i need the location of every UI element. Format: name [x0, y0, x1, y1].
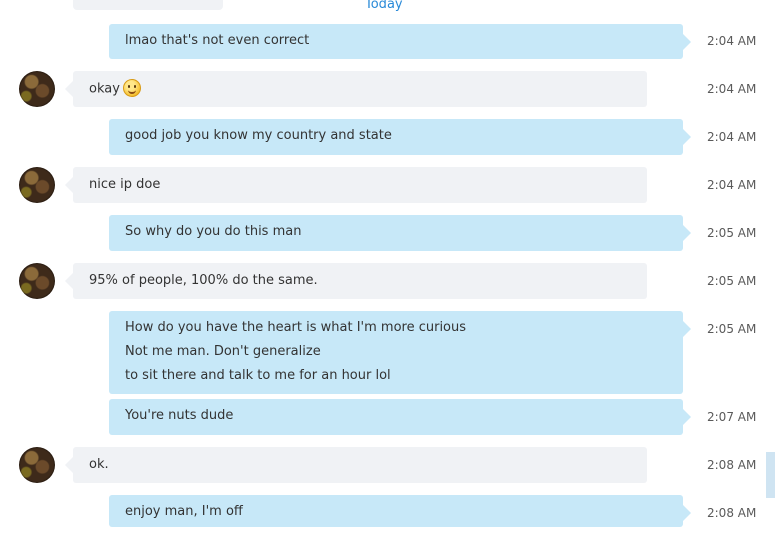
outgoing-message[interactable]: You're nuts dude [109, 399, 691, 435]
contact-avatar[interactable] [19, 71, 55, 107]
incoming-message[interactable]: okay [65, 71, 647, 107]
incoming-message[interactable]: 95% of people, 100% do the same. [65, 263, 647, 299]
incoming-message[interactable]: ok. [65, 447, 647, 483]
message-timestamp: 2:04 AM [707, 82, 757, 96]
message-line: okay [89, 79, 647, 104]
outgoing-message[interactable]: How do you have the heart is what I'm mo… [109, 311, 691, 394]
message-timestamp: 2:04 AM [707, 34, 757, 48]
previous-message-bubble [73, 0, 223, 10]
contact-avatar[interactable] [19, 167, 55, 203]
outgoing-message[interactable]: So why do you do this man [109, 215, 691, 251]
day-divider-label: Today [365, 0, 403, 12]
message-text: enjoy man, I'm off [125, 504, 243, 519]
message-timestamp: 2:04 AM [707, 130, 757, 144]
message-text: 95% of people, 100% do the same. [89, 273, 318, 288]
message-text: ok. [89, 457, 109, 472]
outgoing-message[interactable]: good job you know my country and state [109, 119, 691, 155]
message-text: You're nuts dude [125, 408, 234, 423]
message-text: So why do you do this man [125, 224, 302, 239]
message-timestamp: 2:08 AM [707, 506, 757, 520]
message-timestamp: 2:07 AM [707, 410, 757, 424]
message-timestamp: 2:04 AM [707, 178, 757, 192]
message-text: good job you know my country and state [125, 128, 392, 143]
contact-avatar[interactable] [19, 263, 55, 299]
message-timestamp: 2:05 AM [707, 226, 757, 240]
scrollbar-thumb[interactable] [766, 452, 775, 498]
message-timestamp: 2:05 AM [707, 274, 757, 288]
message-timestamp: 2:05 AM [707, 322, 757, 336]
message-line: to sit there and talk to me for an hour … [125, 368, 391, 383]
message-text: okay [89, 81, 120, 97]
message-line: How do you have the heart is what I'm mo… [125, 320, 467, 335]
message-text: lmao that's not even correct [125, 33, 310, 48]
outgoing-message[interactable]: enjoy man, I'm off [109, 495, 691, 527]
message-text: nice ip doe [89, 177, 161, 192]
contact-avatar[interactable] [19, 447, 55, 483]
incoming-message[interactable]: nice ip doe [65, 167, 647, 203]
smiley-emoji-icon [122, 79, 141, 97]
outgoing-message[interactable]: lmao that's not even correct [109, 24, 691, 59]
message-line: Not me man. Don't generalize [125, 344, 321, 359]
chat-history: Today lmao that's not even correct 2:04 … [0, 0, 775, 548]
message-timestamp: 2:08 AM [707, 458, 757, 472]
